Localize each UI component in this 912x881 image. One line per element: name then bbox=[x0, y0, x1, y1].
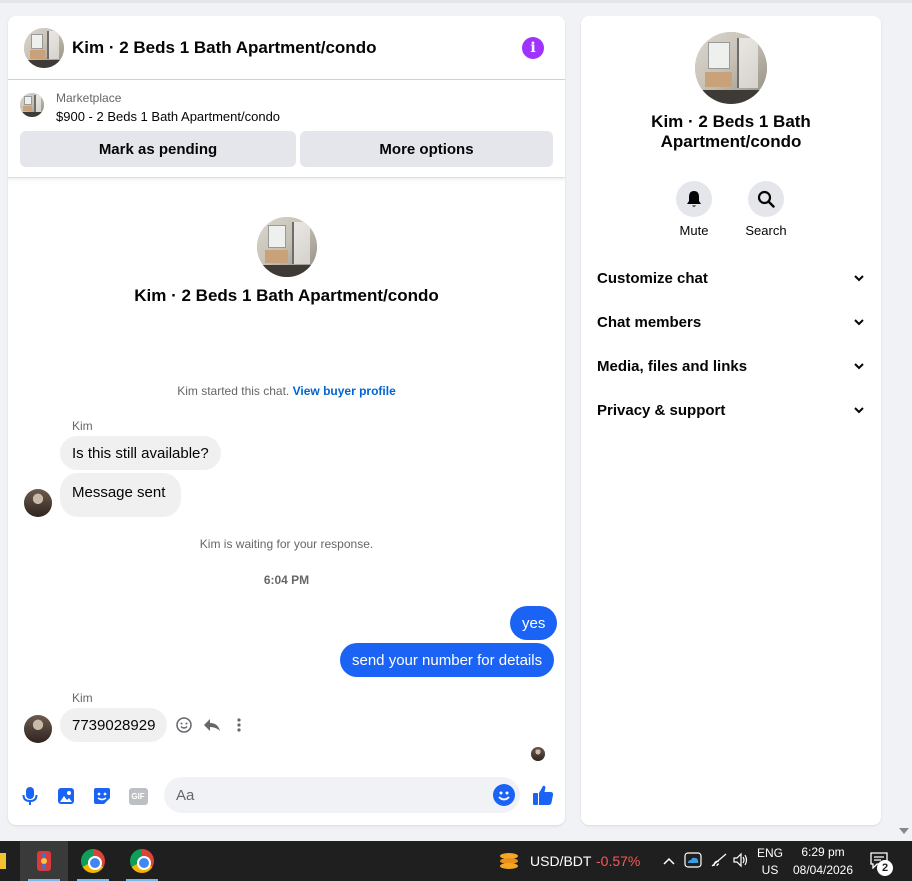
privacy-support-section[interactable]: Privacy & support bbox=[597, 398, 867, 422]
incoming-message[interactable]: Message sent bbox=[60, 473, 182, 517]
window-top-edge bbox=[0, 0, 912, 3]
chat-header: Kim · 2 Beds 1 Bath Apartment/condo i bbox=[8, 16, 565, 80]
chevron-down-icon bbox=[851, 270, 867, 286]
search-button[interactable]: Search bbox=[736, 181, 796, 238]
react-smiley-icon[interactable] bbox=[175, 716, 193, 734]
chevron-down-icon bbox=[851, 314, 867, 330]
chevron-down-icon bbox=[851, 358, 867, 374]
waiting-notice: Kim is waiting for your response. bbox=[199, 537, 374, 551]
taskbar-app-chrome[interactable] bbox=[118, 841, 166, 881]
clock-time[interactable]: 6:29 pm bbox=[790, 845, 856, 859]
coins-icon[interactable] bbox=[498, 850, 520, 875]
language-indicator[interactable]: ENG bbox=[756, 846, 784, 860]
microphone-icon[interactable] bbox=[19, 785, 41, 807]
message-timestamp: 6:04 PM bbox=[263, 573, 310, 587]
section-label: Chat members bbox=[597, 313, 702, 331]
mark-as-pending-button[interactable]: Mark as pending bbox=[20, 131, 296, 167]
view-buyer-profile-link[interactable]: View buyer profile bbox=[293, 384, 396, 398]
notification-count-badge: 2 bbox=[877, 860, 893, 876]
chat-started-notice: Kim started this chat. View buyer profil… bbox=[8, 384, 565, 398]
chat-title[interactable]: Kim · 2 Beds 1 Bath Apartment/condo bbox=[72, 38, 376, 58]
more-actions-icon[interactable] bbox=[230, 716, 248, 734]
listing-bar: Marketplace $900 - 2 Beds 1 Bath Apartme… bbox=[8, 81, 565, 178]
listing-avatar[interactable] bbox=[24, 28, 64, 68]
clock-date[interactable]: 08/04/2026 bbox=[790, 863, 856, 877]
listing-title[interactable]: $900 - 2 Beds 1 Bath Apartment/condo bbox=[56, 109, 280, 124]
onedrive-cloud-icon[interactable] bbox=[684, 852, 702, 871]
profile-name: Kim · 2 Beds 1 Bath Apartment/condo bbox=[134, 286, 439, 305]
taskbar-app-chrome-profile-h[interactable] bbox=[69, 841, 117, 881]
outgoing-message[interactable]: send your number for details bbox=[340, 643, 555, 677]
sender-avatar[interactable] bbox=[24, 715, 52, 743]
chrome-icon bbox=[81, 849, 105, 873]
chevron-down-icon bbox=[851, 402, 867, 418]
snipping-tool-icon bbox=[37, 851, 51, 871]
section-label: Media, files and links bbox=[597, 357, 748, 375]
incoming-message[interactable]: 7739028929 bbox=[60, 708, 168, 742]
profile-avatar bbox=[257, 217, 317, 277]
chevron-up-icon[interactable] bbox=[663, 853, 675, 869]
section-label: Privacy & support bbox=[597, 401, 726, 419]
mute-button[interactable]: Mute bbox=[664, 181, 724, 238]
photo-icon[interactable] bbox=[55, 785, 77, 807]
media-files-links-section[interactable]: Media, files and links bbox=[597, 354, 867, 378]
taskbar-app-snipping-tool[interactable] bbox=[20, 841, 68, 881]
more-options-button[interactable]: More options bbox=[300, 131, 553, 167]
conversation-info-panel: Kim · 2 Beds 1 Bath Apartment/condo Mute… bbox=[581, 16, 881, 825]
emoji-icon[interactable] bbox=[493, 784, 515, 806]
gif-icon[interactable]: GIF bbox=[127, 785, 149, 807]
search-icon bbox=[748, 181, 784, 217]
currency-pair[interactable]: USD/BDT bbox=[530, 853, 591, 869]
reply-icon[interactable] bbox=[203, 716, 221, 734]
bell-icon bbox=[676, 181, 712, 217]
sender-avatar[interactable] bbox=[24, 489, 52, 517]
listing-thumbnail[interactable] bbox=[20, 93, 44, 117]
chat-started-text: Kim started this chat. bbox=[177, 384, 290, 398]
conversation-name: Kim · 2 Beds 1 Bath Apartment/condo bbox=[651, 112, 811, 151]
like-thumbs-up-icon[interactable] bbox=[531, 783, 555, 807]
chat-panel: Kim · 2 Beds 1 Bath Apartment/condo i Ma… bbox=[8, 16, 565, 825]
gif-label: GIF bbox=[128, 787, 148, 805]
chrome-icon bbox=[130, 849, 154, 873]
listing-source: Marketplace bbox=[56, 91, 122, 105]
conversation-avatar[interactable] bbox=[695, 32, 767, 104]
section-label: Customize chat bbox=[597, 269, 708, 287]
wifi-icon[interactable] bbox=[710, 852, 728, 871]
scroll-down-arrow-icon[interactable] bbox=[898, 826, 910, 836]
search-label: Search bbox=[745, 223, 787, 238]
incoming-message[interactable]: Is this still available? bbox=[60, 436, 221, 470]
volume-icon[interactable] bbox=[732, 852, 750, 871]
currency-change[interactable]: -0.57% bbox=[596, 853, 640, 869]
customize-chat-section[interactable]: Customize chat bbox=[597, 266, 867, 290]
mute-label: Mute bbox=[679, 223, 709, 238]
info-icon[interactable]: i bbox=[522, 37, 544, 59]
sticker-icon[interactable] bbox=[91, 785, 113, 807]
outgoing-message[interactable]: yes bbox=[510, 606, 558, 640]
message-sender: Kim bbox=[72, 691, 93, 705]
seen-receipt-avatar bbox=[531, 747, 545, 761]
message-input[interactable] bbox=[164, 777, 520, 813]
message-sender: Kim bbox=[72, 419, 93, 433]
windows-taskbar: USD/BDT -0.57% ENG US 6:29 pm 08/04/2026… bbox=[0, 841, 912, 881]
file-explorer-icon[interactable] bbox=[0, 853, 6, 869]
chat-members-section[interactable]: Chat members bbox=[597, 310, 867, 334]
region-indicator[interactable]: US bbox=[756, 863, 784, 877]
